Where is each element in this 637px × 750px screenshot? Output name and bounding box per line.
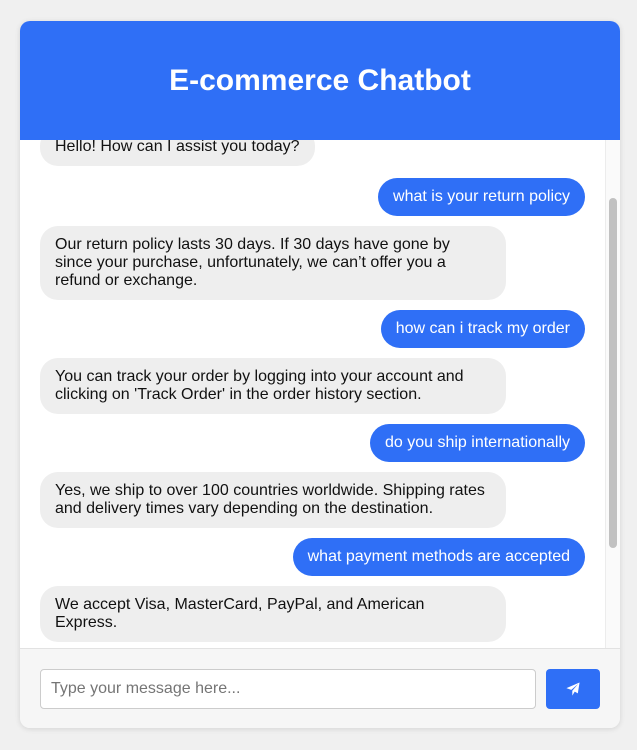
chat-header: E-commerce Chatbot [20, 21, 620, 140]
bot-message: You can track your order by logging into… [40, 358, 506, 414]
chat-window: E-commerce Chatbot Hello! How can I assi… [20, 21, 620, 728]
user-message: what payment methods are accepted [292, 538, 585, 576]
bot-message: Yes, we ship to over 100 countries world… [40, 472, 506, 528]
user-message: what is your return policy [378, 178, 585, 216]
paper-plane-icon [566, 682, 580, 696]
message-scrollbar[interactable] [605, 140, 620, 648]
message-input[interactable] [40, 669, 536, 709]
message-list[interactable]: Hello! How can I assist you today? what … [20, 140, 620, 648]
user-message: do you ship internationally [369, 424, 585, 462]
send-button[interactable] [546, 669, 600, 709]
input-bar [20, 648, 620, 728]
scrollbar-thumb[interactable] [609, 198, 617, 548]
bot-message: Our return policy lasts 30 days. If 30 d… [40, 226, 506, 300]
user-message: how can i track my order [380, 310, 585, 348]
chat-title: E-commerce Chatbot [169, 63, 471, 97]
bot-message: We accept Visa, MasterCard, PayPal, and … [40, 586, 506, 642]
bot-message: Hello! How can I assist you today? [40, 140, 315, 166]
